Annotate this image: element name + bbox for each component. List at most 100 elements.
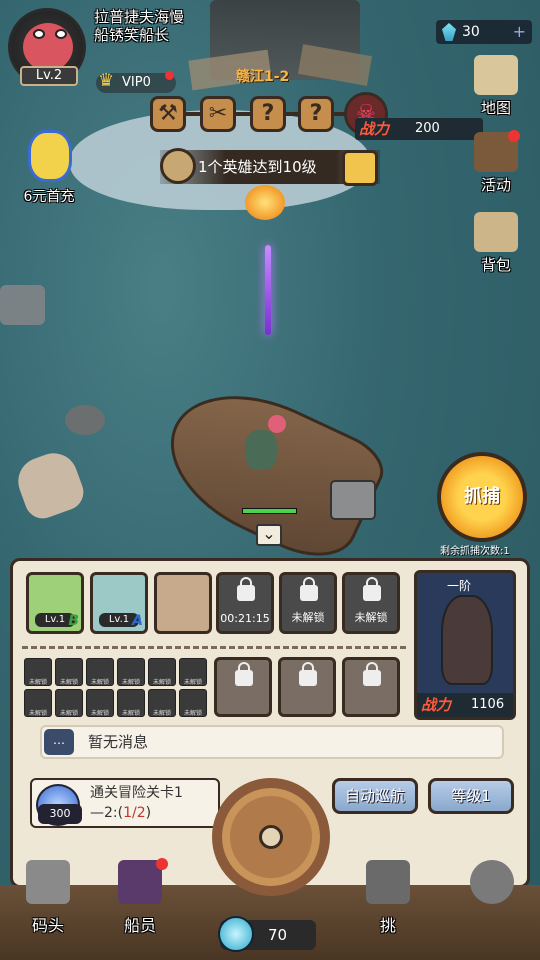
equipment-slot-locked[interactable]: 未解锁 bbox=[148, 658, 176, 686]
reward-amount: 300 bbox=[38, 804, 82, 824]
crew-slot[interactable]: Lv.1 B bbox=[26, 572, 84, 634]
catch-button[interactable]: 抓捕 bbox=[437, 452, 527, 542]
locked-caption: 未解锁 bbox=[291, 611, 325, 624]
floating-debris bbox=[0, 285, 45, 325]
player-level: Lv.2 bbox=[20, 66, 78, 86]
vip-label: VIP0 bbox=[122, 75, 151, 90]
power-value: 1106 bbox=[471, 697, 505, 712]
first-recharge-button[interactable]: 6元首充 bbox=[14, 130, 84, 208]
message-text: 暂无消息 bbox=[88, 733, 149, 751]
unlock-timer: 00:21:15 bbox=[220, 612, 270, 625]
crew-member bbox=[245, 430, 277, 470]
boat-motor bbox=[330, 480, 376, 520]
equipment-slot-locked[interactable]: 未解锁 bbox=[86, 658, 114, 686]
treasure-node-icon: ✂ bbox=[200, 96, 236, 132]
ship-wheel-button[interactable] bbox=[212, 778, 330, 896]
hammer-node-icon: ⚒ bbox=[150, 96, 186, 132]
map-button[interactable]: 地图 bbox=[466, 55, 526, 125]
task-line2: —2:(1/2) bbox=[90, 805, 152, 821]
message-bar[interactable]: … 暂无消息 bbox=[40, 725, 504, 759]
ship-tier: 一阶 bbox=[447, 579, 472, 593]
lock-icon bbox=[363, 577, 381, 601]
nav-challenge[interactable]: 挑 bbox=[348, 860, 428, 940]
plus-icon[interactable]: + bbox=[513, 20, 526, 44]
nav-challenge-label: 挑 bbox=[379, 916, 396, 935]
equipment-slot-locked[interactable]: 未解锁 bbox=[117, 689, 145, 717]
activity-button[interactable]: 活动 bbox=[466, 130, 526, 202]
task-card[interactable]: 300 通关冒险关卡1 —2:(1/2) bbox=[30, 778, 220, 828]
power-label: 战力 bbox=[421, 696, 452, 714]
lock-icon bbox=[299, 662, 317, 686]
stage-power: 战力 200 bbox=[355, 118, 483, 140]
map-label: 地图 bbox=[480, 99, 511, 117]
chat-icon: … bbox=[44, 729, 74, 755]
ship-slot-locked[interactable] bbox=[214, 657, 272, 717]
first-recharge-label: 6元首充 bbox=[23, 189, 75, 205]
player-name: 拉普捷夫海慢船锈笑船长 bbox=[94, 8, 185, 44]
orb-reward-icon: 300 bbox=[36, 784, 82, 826]
activity-label: 活动 bbox=[480, 176, 511, 194]
lock-icon bbox=[363, 662, 381, 686]
map-icon bbox=[474, 55, 518, 95]
equipment-slot-locked[interactable]: 未解锁 bbox=[55, 658, 83, 686]
crossed-swords-icon bbox=[366, 860, 410, 904]
crew-slot-locked[interactable]: 未解锁 bbox=[342, 572, 400, 634]
equipment-slot-locked[interactable]: 未解锁 bbox=[24, 689, 52, 717]
crew-slot-locked[interactable]: 未解锁 bbox=[279, 572, 337, 634]
nav-crew[interactable]: 船员 bbox=[100, 858, 180, 940]
nav-dock-label: 码头 bbox=[31, 916, 64, 935]
notification-dot bbox=[508, 130, 520, 142]
crew-slot[interactable]: Lv.1 A bbox=[90, 572, 148, 634]
crew-grade: B bbox=[68, 613, 79, 629]
anchor-icon bbox=[259, 825, 283, 849]
gem-icon bbox=[442, 23, 456, 41]
backpack-icon bbox=[474, 212, 518, 252]
unknown-node-icon: ? bbox=[250, 96, 286, 132]
gem-counter[interactable]: 30 + bbox=[436, 20, 532, 44]
ship-slot-locked[interactable] bbox=[278, 657, 336, 717]
ship-hull-icon bbox=[441, 595, 493, 685]
equipment-slot-locked[interactable]: 未解锁 bbox=[179, 689, 207, 717]
crew-slot-empty[interactable] bbox=[154, 572, 212, 634]
money-bag-icon bbox=[470, 860, 514, 904]
equipment-slot-locked[interactable]: 未解锁 bbox=[179, 658, 207, 686]
equipment-slot-locked[interactable]: 未解锁 bbox=[55, 689, 83, 717]
crew-grade: A bbox=[132, 613, 143, 629]
ship-slot-locked[interactable] bbox=[342, 657, 400, 717]
catch-remaining: 剩余抓捕次数:1 bbox=[440, 546, 510, 557]
equipment-slot-locked[interactable]: 未解锁 bbox=[24, 658, 52, 686]
crew-slot-locked[interactable]: 00:21:15 bbox=[216, 572, 274, 634]
swirl-icon bbox=[218, 916, 254, 952]
task-line1: 通关冒险关卡1 bbox=[90, 785, 183, 801]
boat-health-bar bbox=[242, 508, 297, 514]
gem-amount: 30 bbox=[462, 24, 480, 40]
energy-value: 70 bbox=[268, 926, 288, 944]
nav-shop[interactable] bbox=[452, 860, 532, 940]
ship-power: 战力 1106 bbox=[417, 693, 513, 717]
chevron-down-icon[interactable]: ⌄ bbox=[256, 524, 282, 546]
equipment-slot-locked[interactable]: 未解锁 bbox=[86, 689, 114, 717]
backpack-button[interactable]: 背包 bbox=[466, 212, 526, 282]
vip-badge[interactable]: ♛ VIP0 bbox=[96, 70, 176, 93]
locked-caption: 未解锁 bbox=[354, 611, 388, 624]
auto-patrol-button[interactable]: 自动巡航 bbox=[332, 778, 418, 814]
coin-reward-icon[interactable] bbox=[342, 150, 378, 186]
ship-card[interactable]: 一阶 战力 1106 bbox=[414, 570, 516, 720]
eye-icon bbox=[33, 29, 45, 39]
equipment-slot-locked[interactable]: 未解锁 bbox=[117, 658, 145, 686]
energy-counter[interactable]: 70 bbox=[218, 916, 316, 952]
lock-icon bbox=[237, 577, 255, 601]
stage-name: 赣江1-2 bbox=[236, 69, 290, 85]
pirate-hat-icon bbox=[118, 860, 162, 904]
nav-dock[interactable]: 码头 bbox=[8, 860, 88, 940]
lock-icon bbox=[235, 662, 253, 686]
castle-icon bbox=[26, 860, 70, 904]
nav-crew-label: 船员 bbox=[123, 916, 156, 935]
level-button[interactable]: 等级1 bbox=[428, 778, 514, 814]
notification-dot bbox=[156, 858, 168, 870]
power-label: 战力 bbox=[359, 120, 390, 138]
crown-icon: ♛ bbox=[98, 70, 115, 91]
explosion-effect bbox=[245, 185, 285, 220]
equipment-slot-locked[interactable]: 未解锁 bbox=[148, 689, 176, 717]
pink-creature bbox=[268, 415, 286, 433]
